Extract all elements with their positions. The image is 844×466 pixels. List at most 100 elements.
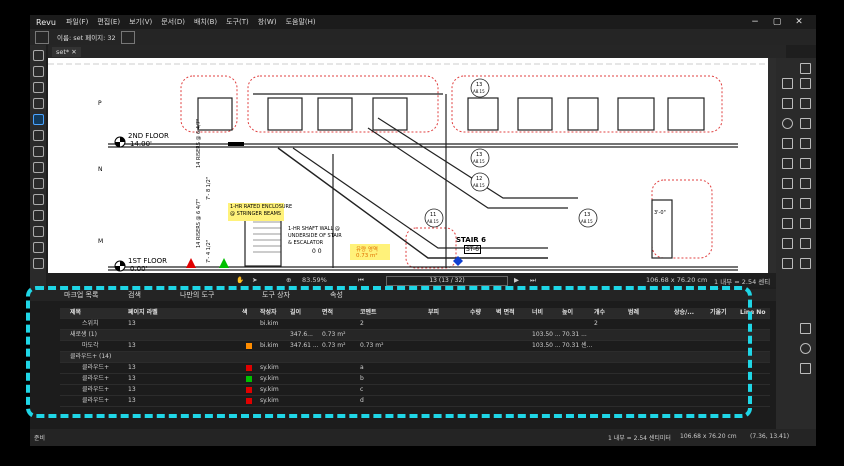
length-tool-icon[interactable] [800,238,811,249]
area-tool-icon[interactable] [782,258,793,269]
minimize-button[interactable]: − [744,17,766,27]
area-markup-label: 유량 영역 [356,247,378,253]
image-tool-icon[interactable] [800,138,811,149]
menu-tools[interactable]: 도구(T) [226,17,249,27]
col-color[interactable]: 색 [242,308,262,318]
polyline-tool-icon[interactable] [782,198,793,209]
col-rise[interactable]: 상승/... [674,308,704,318]
col-comment[interactable]: 코멘트 [360,308,400,318]
cloud-tool-icon[interactable] [800,118,811,129]
settings-icon[interactable] [32,130,44,141]
arc-tool-icon[interactable] [782,178,793,189]
callout-tool-icon[interactable] [782,218,793,229]
vertical-scrollbar[interactable] [768,58,776,273]
sketch-tool-icon[interactable] [800,218,811,229]
shape-tool-icon[interactable] [800,363,811,374]
tab-properties[interactable]: 속성 [330,290,343,300]
page-indicator[interactable]: 13 (13 / 32) [386,276,508,286]
eraser-tool-icon[interactable] [782,98,793,109]
next-page-icon[interactable]: ▶ [514,276,519,284]
table-row[interactable]: 스위치 13 bi.kim 2 2 [60,319,770,330]
col-count[interactable]: 개수 [594,308,624,318]
last-page-icon[interactable]: ⏭ [530,276,536,285]
form-icon[interactable] [32,194,44,205]
tab-set[interactable]: set* ✕ [52,47,81,57]
color-swatch[interactable] [246,387,252,393]
section-bubble-5: 13 [584,212,591,218]
col-height[interactable]: 높이 [562,308,592,318]
table-row[interactable]: 클라우드+ 13 sy.kim c [60,385,770,396]
col-volume[interactable]: 부피 [428,308,458,318]
menu-edit[interactable]: 편집(E) [97,17,120,27]
menu-document[interactable]: 문서(D) [161,17,185,27]
col-length[interactable]: 길이 [290,308,320,318]
tab-search[interactable]: 검색 [128,290,141,300]
color-swatch[interactable] [246,376,252,382]
group-row[interactable]: 새로생 (1) 347.6... 0.73 m² 103.50 ... 70.31 ..… [60,330,770,341]
table-row[interactable]: 클라우드+ 13 sy.kim a [60,363,770,374]
circle-tool-icon[interactable] [800,343,811,354]
users-icon[interactable] [32,146,44,157]
table-row[interactable]: 클라우드+ 13 sy.kim d [60,396,770,407]
tab-my-tools[interactable]: 나만의 도구 [180,290,214,300]
rectangle-tool-icon[interactable] [800,98,811,109]
menu-window[interactable]: 창(W) [258,17,277,27]
table-row[interactable]: 마도각 13 bi.kim 347.61 ... 0.73 m² 0.73 m² 103.5… [60,341,770,352]
sign-icon[interactable] [32,210,44,221]
group-row[interactable]: 클라우드+ (14) [60,352,770,363]
col-slope[interactable]: 기울기 [710,308,740,318]
tab-markup-list[interactable]: 마크업 목록 [64,290,98,300]
color-swatch[interactable] [246,365,252,371]
table-row[interactable]: 클라우드+ 13 sy.kim b [60,374,770,385]
thumbnails-icon[interactable] [32,66,44,77]
hand-tool-icon[interactable]: ✋ [236,276,244,284]
polygon-tool-icon[interactable] [800,198,811,209]
search-icon[interactable] [32,258,44,269]
ellipse-tool-icon[interactable] [782,118,793,129]
table-icon[interactable] [32,178,44,189]
cell-len [290,319,320,329]
col-author[interactable]: 작성자 [260,308,290,318]
col-wall-area[interactable]: 벽 면적 [496,308,526,318]
file-icon[interactable] [32,50,44,61]
menu-view[interactable]: 보기(V) [129,17,152,27]
arrow-tool-icon[interactable] [800,158,811,169]
tag-icon[interactable] [32,226,44,237]
document-icon[interactable] [35,30,49,44]
layers-icon[interactable] [32,82,44,93]
maximize-button[interactable]: ▢ [766,17,788,27]
highlight-tool-icon[interactable] [782,78,793,89]
print-icon[interactable] [32,242,44,253]
menu-file[interactable]: 파일(F) [66,17,88,27]
bookmarks-icon[interactable] [32,98,44,109]
sets-icon[interactable] [32,114,44,125]
tab-toolchest[interactable]: 도구 상자 [262,290,290,300]
first-page-icon[interactable]: ⏮ [358,276,364,285]
col-line-no[interactable]: Line No [740,308,770,318]
count-tool-icon[interactable] [800,258,811,269]
zoom-icon[interactable]: ⊕ [286,276,291,284]
cell-area [322,319,356,329]
drawing-canvas[interactable]: P N M 2ND FLOOR 14.00' 1ST FLOOR 0.00' 1… [48,58,768,273]
square-tool-icon[interactable] [800,323,811,334]
color-swatch[interactable] [246,398,252,404]
measure-tool-icon[interactable] [800,178,811,189]
close-window-button[interactable]: ✕ [788,17,810,27]
stamp-tool-icon[interactable] [782,138,793,149]
page-icon[interactable] [120,30,135,44]
dimension-tool-icon[interactable] [782,238,793,249]
grid-icon[interactable] [32,162,44,173]
menu-help[interactable]: 도움말(H) [286,17,316,27]
line-tool-icon[interactable] [782,158,793,169]
menu-batch[interactable]: 배치(B) [194,17,217,27]
col-legend[interactable]: 범례 [628,308,658,318]
close-icon[interactable]: ✕ [71,48,76,56]
col-page-label[interactable]: 페이지 라벨 [128,308,218,318]
col-width[interactable]: 너비 [532,308,562,318]
zoom-level[interactable]: 83.59% [302,276,327,284]
pen-tool-icon[interactable] [800,78,811,89]
color-swatch[interactable] [246,343,252,349]
col-area[interactable]: 면적 [322,308,352,318]
text-tool-icon[interactable] [800,63,811,74]
select-tool-icon[interactable]: ➤ [252,276,257,284]
